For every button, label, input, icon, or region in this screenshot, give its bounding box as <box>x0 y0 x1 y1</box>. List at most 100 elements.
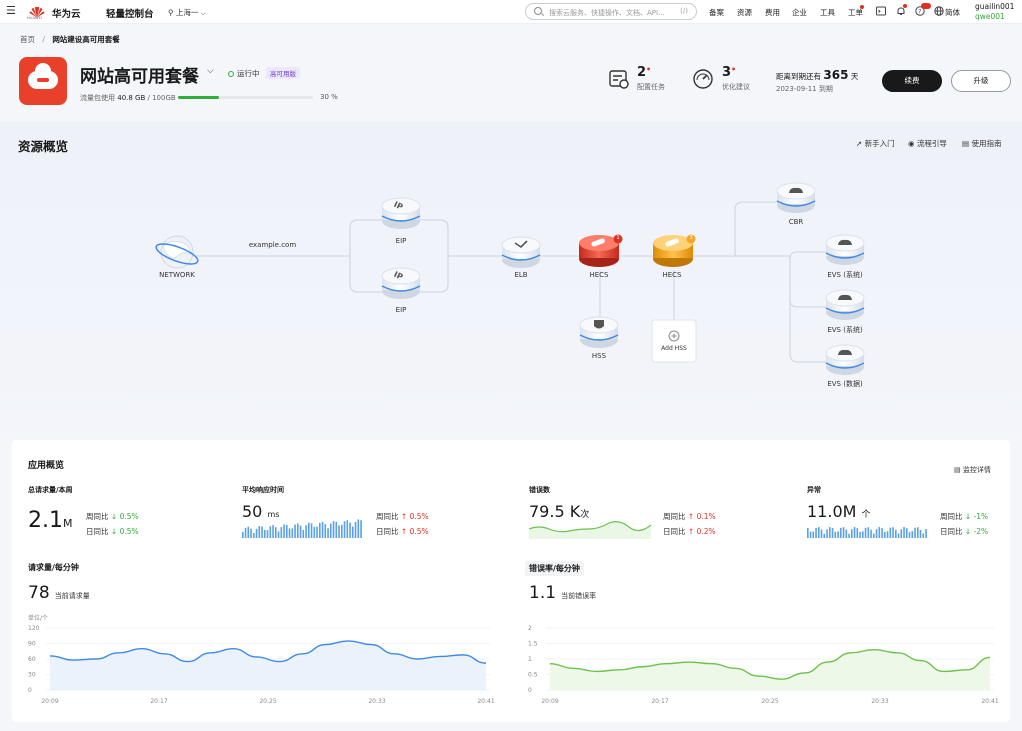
request-current: 78 当前请求量 <box>28 583 90 603</box>
exceptions-sparkline <box>807 527 927 538</box>
sparkline-bar <box>302 529 305 538</box>
region-selector[interactable]: ⚲ 上海一 ⌵ <box>168 7 205 18</box>
network-label: NETWORK <box>159 271 195 279</box>
eip1-label: EIP <box>395 237 407 245</box>
sparkline-bar <box>299 525 302 538</box>
language-selector[interactable]: 简体 <box>945 7 960 18</box>
search-input[interactable]: 搜索云服务、快捷操作、文档、API... (/) <box>525 3 697 20</box>
elb-icon[interactable] <box>501 236 541 268</box>
sparkline-bar <box>283 524 285 538</box>
sparkline-bar <box>247 526 250 538</box>
monitor-details-label: 监控详情 <box>962 466 991 474</box>
add-hss-card[interactable] <box>651 319 697 363</box>
sparkline-bar <box>900 529 903 538</box>
metric-requests-unit: M <box>63 517 73 530</box>
sparkline-bar <box>897 533 900 538</box>
config-task-icon <box>609 70 629 89</box>
console-title[interactable]: 轻量控制台 <box>106 6 154 20</box>
logo-subtext: HUAWEI <box>27 16 43 20</box>
sparkline-bar <box>820 529 823 538</box>
nav-enterprise[interactable]: 企业 <box>792 7 807 18</box>
edition-badge: 高可用版 <box>266 67 300 79</box>
evs-icon-3[interactable] <box>825 344 865 375</box>
sparkline-bar <box>837 531 839 538</box>
y-tick-label: 1.5 <box>528 641 538 648</box>
renew-button[interactable]: 续费 <box>882 70 942 92</box>
y-tick-label: 90 <box>28 641 36 648</box>
evs-icon-1[interactable] <box>825 234 865 265</box>
search-placeholder: 搜索云服务、快捷操作、文档、API... <box>549 8 665 17</box>
new-badge <box>921 3 931 9</box>
sparkline-bar <box>277 531 280 538</box>
breadcrumb-home[interactable]: 首页 <box>20 35 35 44</box>
sparkline-bar <box>884 531 886 538</box>
expiry-prefix: 距离到期还有 <box>776 72 821 81</box>
user-menu[interactable]: guailin001 qwe001 <box>975 2 1014 22</box>
network-globe-icon[interactable] <box>154 235 200 269</box>
nav-beian[interactable]: 备案 <box>709 7 724 18</box>
y-tick-label: 60 <box>28 656 36 663</box>
sparkline-bar <box>264 529 266 538</box>
wow-label: 周同比 <box>86 512 109 521</box>
x-tick-label: 20:09 <box>41 698 58 705</box>
hecs-icon-1[interactable] <box>579 235 619 267</box>
sparkline-bar <box>851 529 853 538</box>
usage-label: 流量包使用 <box>80 94 115 102</box>
sparkline-bar <box>853 527 856 538</box>
eip-icon-2[interactable]: IP <box>381 267 421 299</box>
sparkline-bar <box>341 524 343 538</box>
sparkline-bar <box>244 527 247 538</box>
globe-icon[interactable] <box>934 6 944 16</box>
title-dropdown-icon[interactable]: ⌵ <box>207 66 214 76</box>
terminal-icon[interactable] <box>876 6 886 16</box>
error-area-chart: 0 0.5 1 1.5 2 20:09 20:17 20:25 20:33 20:41 <box>528 625 998 705</box>
config-tasks-stat[interactable]: 2• 配置任务 <box>637 65 665 92</box>
sparkline-bar <box>867 527 870 538</box>
add-hss-label: Add HSS <box>661 345 687 352</box>
upgrade-button[interactable]: 升级 <box>951 70 1011 92</box>
sparkline-bar <box>856 528 859 538</box>
sparkline-bar <box>862 531 864 538</box>
sparkline-bar <box>330 523 332 538</box>
nav-billing[interactable]: 费用 <box>765 7 780 18</box>
sparkline-bar <box>357 519 360 538</box>
sparkline-bar <box>327 528 329 538</box>
sparkline-bar <box>895 529 897 538</box>
evs-icon-2[interactable] <box>825 289 865 320</box>
sparkline-bar <box>346 520 349 538</box>
metric-exceptions-label: 异常 <box>807 486 821 494</box>
metric-requests-value: 2.1M <box>28 508 73 533</box>
sparkline-bar <box>845 529 848 538</box>
sparkline-bar <box>250 528 252 538</box>
top-bar: ☰ HUAWEI 华为云 轻量控制台 ⚲ 上海一 ⌵ 搜索云服务、快捷操作、文档… <box>0 0 1022 24</box>
optimize-label: 优化建议 <box>722 83 750 91</box>
sparkline-bar <box>815 527 817 538</box>
monitor-icon: ▤ <box>954 466 961 474</box>
sparkline-bar <box>291 528 294 538</box>
y-tick-label: 0 <box>528 687 532 694</box>
sparkline-bar <box>354 521 357 538</box>
eip-icon-1[interactable]: IP <box>381 197 421 229</box>
nav-tools[interactable]: 工具 <box>820 7 835 18</box>
usage-value: 40.8 GB <box>117 94 146 102</box>
optimize-stat[interactable]: 3• 优化建议 <box>722 65 750 92</box>
package-icon <box>19 57 67 105</box>
brand-name[interactable]: 华为云 <box>52 6 81 20</box>
metric-errors-compare: 周同比 ↑ 0.1% 日同比 ↑ 0.2% <box>663 509 716 539</box>
nav-resources[interactable]: 资源 <box>737 7 752 18</box>
cbr-icon[interactable] <box>776 182 816 213</box>
breadcrumb-current: 网站建设高可用套餐 <box>52 35 120 44</box>
breadcrumb: 首页 / 网站建设高可用套餐 <box>20 35 120 44</box>
config-task-count: 2 <box>637 65 647 80</box>
hss-label: HSS <box>591 352 607 360</box>
dod-label: 日同比 <box>86 527 109 536</box>
optimize-count: 3 <box>722 65 732 80</box>
user-name: guailin001 <box>975 2 1015 11</box>
sparkline-bar <box>809 531 812 538</box>
hss-icon[interactable] <box>579 316 619 348</box>
hecs2-label: HECS <box>662 271 682 279</box>
monitor-details-link[interactable]: ▤ 监控详情 <box>954 465 991 475</box>
sparkline-bar <box>352 526 354 538</box>
menu-icon[interactable]: ☰ <box>6 5 16 17</box>
domain-label: example.com <box>248 241 297 249</box>
